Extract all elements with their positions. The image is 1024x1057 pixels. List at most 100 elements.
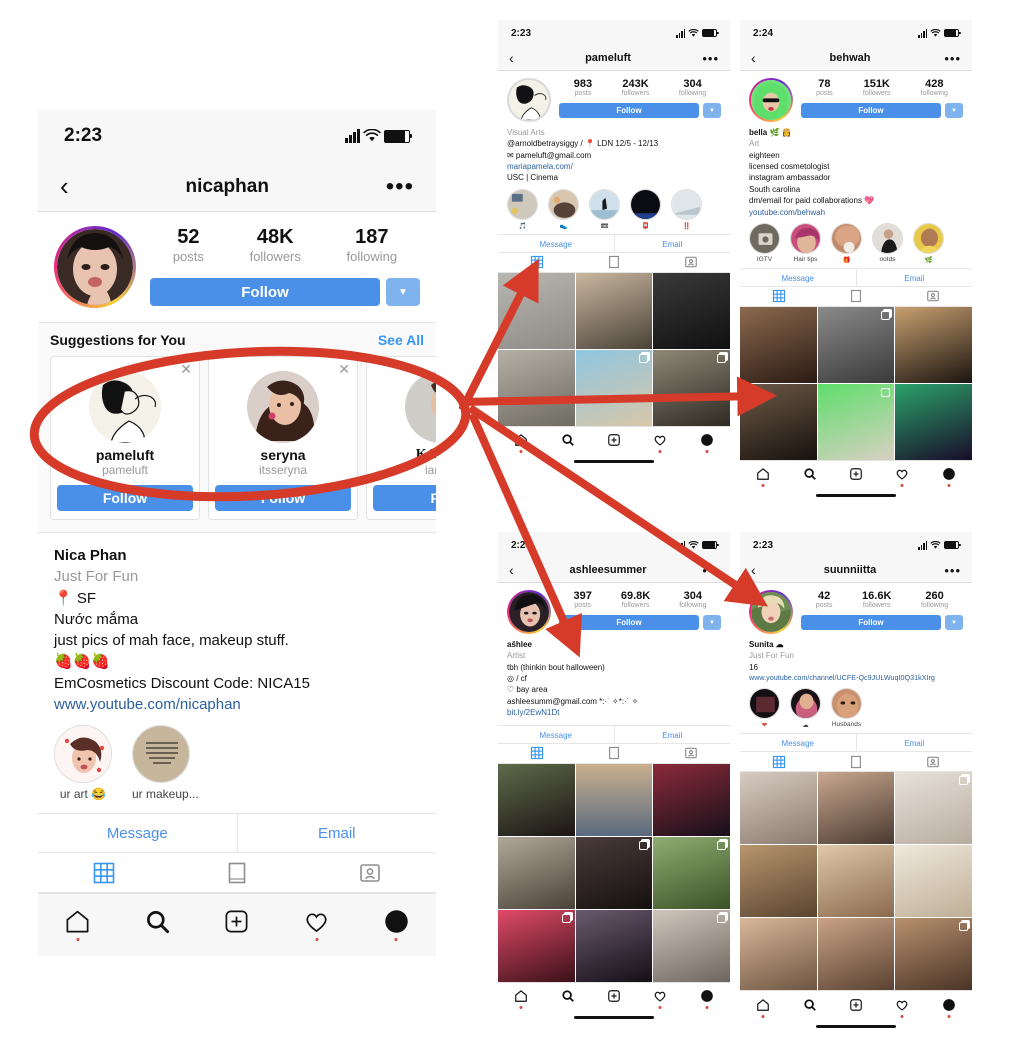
stat-following[interactable]: 428 following bbox=[921, 78, 948, 97]
tab-tagged[interactable] bbox=[303, 853, 436, 892]
bio-link[interactable]: www.youtube.com/nicaphan bbox=[54, 694, 420, 715]
highlight-item[interactable]: 👟 bbox=[548, 188, 579, 230]
tab-activity[interactable] bbox=[653, 433, 667, 454]
bio-link[interactable]: www.youtube.com/channel/UCFE-Qc9JULWuqI0… bbox=[749, 673, 963, 683]
message-button[interactable]: Message bbox=[740, 734, 856, 751]
tab-reels[interactable] bbox=[575, 744, 652, 763]
message-button[interactable]: Message bbox=[498, 235, 614, 252]
tab-add[interactable] bbox=[849, 998, 863, 1012]
grid-photo[interactable] bbox=[817, 383, 895, 460]
highlight-item[interactable]: ur makeup... bbox=[132, 725, 199, 801]
grid-photo[interactable] bbox=[740, 306, 817, 383]
email-button[interactable]: Email bbox=[857, 269, 973, 286]
stat-posts[interactable]: 78 posts bbox=[816, 78, 833, 97]
suggestion-avatar[interactable] bbox=[247, 371, 319, 443]
suggestion-follow-button[interactable]: Fol bbox=[373, 485, 436, 511]
grid-photo[interactable] bbox=[895, 845, 972, 918]
suggestions-carousel[interactable]: ✕ pameluft pameluft Follow ✕ seryna itss… bbox=[50, 356, 436, 520]
tab-home[interactable] bbox=[514, 433, 528, 454]
chevron-down-icon[interactable]: ▼ bbox=[703, 103, 721, 118]
suggestion-follow-button[interactable]: Follow bbox=[57, 485, 193, 511]
email-button[interactable]: Email bbox=[615, 726, 731, 743]
stat-posts[interactable]: 42 posts bbox=[816, 590, 833, 609]
stat-followers[interactable]: 16.6K followers bbox=[862, 590, 891, 609]
grid-photo[interactable] bbox=[653, 836, 730, 909]
chevron-down-icon[interactable]: ▼ bbox=[945, 615, 963, 630]
grid-photo[interactable] bbox=[817, 845, 895, 918]
tab-home[interactable] bbox=[514, 989, 528, 1010]
bio-line[interactable]: mariapamela.com/ bbox=[507, 161, 721, 172]
email-button[interactable]: Email bbox=[615, 235, 731, 252]
follow-button[interactable]: Follow bbox=[801, 103, 941, 118]
highlight-item[interactable]: Hair tips bbox=[790, 222, 821, 264]
highlight-item[interactable]: 🎵 bbox=[507, 188, 538, 230]
tab-home[interactable] bbox=[756, 467, 770, 488]
tab-profile[interactable] bbox=[700, 433, 714, 454]
tab-home[interactable] bbox=[64, 908, 91, 942]
message-button[interactable]: Message bbox=[498, 726, 614, 743]
highlight-item[interactable]: 🎁 bbox=[831, 222, 862, 264]
stat-following[interactable]: 304 following bbox=[679, 590, 706, 609]
tab-add[interactable] bbox=[607, 433, 621, 447]
avatar[interactable] bbox=[507, 78, 551, 122]
tab-tagged[interactable] bbox=[653, 253, 730, 272]
stat-following[interactable]: 260 following bbox=[921, 590, 948, 609]
highlight-item[interactable]: ☁ bbox=[790, 688, 821, 729]
tab-add[interactable] bbox=[849, 467, 863, 481]
tab-activity[interactable] bbox=[303, 908, 330, 942]
stat-following[interactable]: 304 following bbox=[679, 78, 706, 97]
tab-search[interactable] bbox=[144, 908, 171, 935]
tab-search[interactable] bbox=[561, 989, 575, 1003]
see-all-link[interactable]: See All bbox=[378, 332, 424, 348]
more-options-button[interactable]: ••• bbox=[702, 51, 719, 66]
stat-posts[interactable]: 983 posts bbox=[574, 78, 592, 97]
grid-photo[interactable] bbox=[653, 349, 730, 426]
highlight-item[interactable]: ur art 😂 bbox=[54, 725, 112, 801]
tab-grid[interactable] bbox=[740, 752, 817, 771]
chevron-down-icon[interactable]: ▼ bbox=[386, 278, 420, 306]
tab-profile[interactable] bbox=[942, 467, 956, 488]
suggestion-card[interactable]: ✕ seryna itsseryna Follow bbox=[208, 356, 358, 520]
stat-followers[interactable]: 151K followers bbox=[863, 78, 891, 97]
grid-photo[interactable] bbox=[498, 836, 575, 909]
tab-activity[interactable] bbox=[653, 989, 667, 1010]
highlight-item[interactable]: Husbands bbox=[831, 688, 862, 729]
close-icon[interactable]: ✕ bbox=[338, 361, 350, 378]
grid-photo[interactable] bbox=[895, 306, 972, 383]
tab-reels[interactable] bbox=[575, 253, 652, 272]
grid-photo[interactable] bbox=[653, 763, 730, 836]
avatar[interactable] bbox=[54, 226, 136, 308]
stat-following[interactable]: 187 following bbox=[347, 226, 398, 264]
tab-tagged[interactable] bbox=[895, 752, 972, 771]
grid-photo[interactable] bbox=[498, 349, 575, 426]
highlight-item[interactable]: IGTV bbox=[749, 222, 780, 264]
avatar[interactable] bbox=[749, 590, 793, 634]
more-options-button[interactable]: ••• bbox=[944, 563, 961, 578]
suggestion-follow-button[interactable]: Follow bbox=[215, 485, 351, 511]
bio-link[interactable]: youtube.com/behwah bbox=[749, 207, 963, 218]
tab-reels[interactable] bbox=[817, 752, 894, 771]
tab-grid[interactable] bbox=[498, 253, 575, 272]
grid-photo[interactable] bbox=[817, 772, 895, 845]
tab-profile[interactable] bbox=[700, 989, 714, 1010]
grid-photo[interactable] bbox=[575, 349, 653, 426]
tab-add[interactable] bbox=[223, 908, 250, 935]
message-button[interactable]: Message bbox=[38, 814, 237, 852]
grid-photo[interactable] bbox=[498, 763, 575, 836]
tab-tagged[interactable] bbox=[653, 744, 730, 763]
grid-photo[interactable] bbox=[740, 383, 817, 460]
avatar[interactable] bbox=[749, 78, 793, 122]
highlight-item[interactable]: ootds bbox=[872, 222, 903, 264]
more-options-button[interactable]: ••• bbox=[702, 563, 719, 578]
grid-photo[interactable] bbox=[498, 909, 575, 982]
highlight-item[interactable]: 📮 bbox=[630, 188, 661, 230]
tab-grid[interactable] bbox=[38, 853, 171, 892]
grid-photo[interactable] bbox=[895, 918, 972, 991]
grid-photo[interactable] bbox=[575, 272, 653, 349]
highlight-item[interactable]: ‼️ bbox=[671, 188, 702, 230]
grid-photo[interactable] bbox=[575, 763, 653, 836]
email-button[interactable]: Email bbox=[238, 814, 437, 852]
stat-posts[interactable]: 52 posts bbox=[173, 226, 204, 264]
stat-posts[interactable]: 397 posts bbox=[574, 590, 592, 609]
suggestion-card[interactable]: ✕ pameluft pameluft Follow bbox=[50, 356, 200, 520]
